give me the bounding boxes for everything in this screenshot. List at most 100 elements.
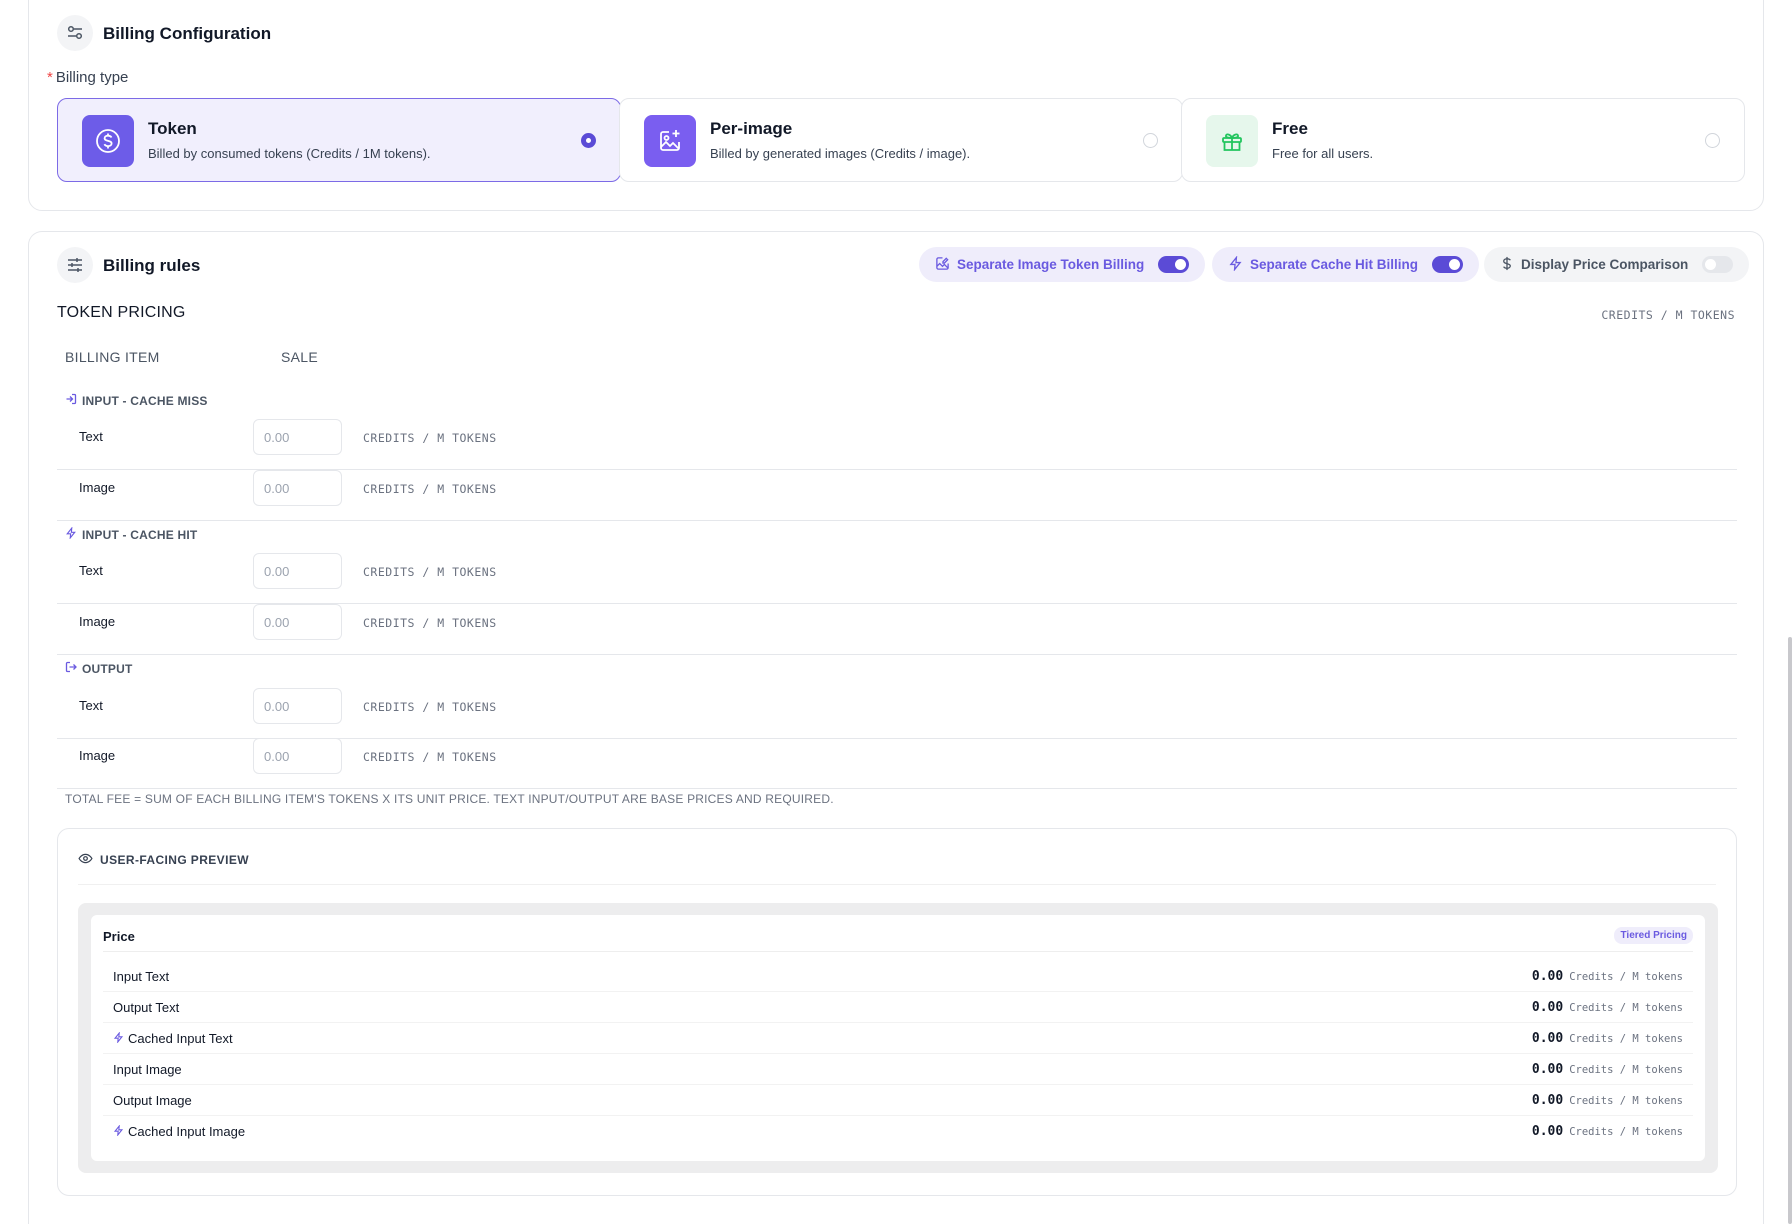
row-label: Image [79, 480, 116, 495]
price-unit: Credits / M tokens [1569, 1126, 1683, 1138]
separate-image-token-billing-toggle[interactable]: Separate Image Token Billing [919, 247, 1206, 282]
group-title: INPUT - CACHE HIT [82, 527, 198, 542]
price-row: Cached Input Text 0.00 Credits / M tokens [103, 1023, 1693, 1054]
price-label: Cached Input Image [113, 1124, 245, 1139]
col-billing-item: BILLING ITEM [65, 349, 160, 365]
price-label-text: Input Text [113, 969, 170, 984]
option-title: Per-image [710, 119, 793, 138]
price-unit: Credits / M tokens [1569, 1095, 1683, 1107]
price-label: Cached Input Text [113, 1031, 233, 1046]
logout-arrow-icon [65, 661, 77, 676]
group-input-cache-miss: INPUT - CACHE MISS [65, 393, 208, 408]
billing-type-text: Billing type [55, 69, 129, 86]
billing-rules-card: Billing rules Separate Image Token Billi… [28, 231, 1764, 1224]
toggle-label: Separate Image Token Billing [957, 257, 1145, 272]
price-row: Cached Input Image 0.00 Credits / M token… [103, 1116, 1693, 1147]
billing-type-label: * Billing type [47, 69, 128, 86]
row-label: Text [79, 698, 103, 713]
billing-configuration-card: Billing Configuration * Billing type Toke… [28, 0, 1764, 211]
billing-row: Text CREDITS / M TOKENS [57, 688, 1737, 739]
price-value: 0.00 Credits / M tokens [1532, 1031, 1683, 1046]
price-input[interactable] [253, 738, 342, 774]
preview-title-text: USER-FACING PREVIEW [100, 853, 249, 867]
option-title: Free [1272, 119, 1308, 138]
lightning-icon [1228, 254, 1243, 274]
required-mark: * [47, 69, 53, 86]
divider [103, 951, 1693, 952]
sliders-icon [57, 247, 93, 283]
option-radio[interactable] [1705, 133, 1720, 148]
price-label-text: Output Image [113, 1093, 192, 1108]
display-price-comparison-toggle[interactable]: Display Price Comparison [1484, 247, 1750, 282]
toggle-switch[interactable] [1432, 256, 1464, 273]
billing-type-option-free[interactable]: Free Free for all users. [1181, 98, 1745, 182]
billing-row: Image CREDITS / M TOKENS [57, 604, 1737, 655]
billing-type-option-per-image[interactable]: Per-image Billed by generated images (Cr… [619, 98, 1183, 182]
price-row: Output Text 0.00 Credits / M tokens [103, 992, 1693, 1023]
price-label-text: Cached Input Image [128, 1124, 246, 1139]
option-title: Token [148, 119, 197, 138]
price-number: 0.00 [1531, 1093, 1564, 1108]
preview-frame: Price Tiered Pricing Input Text 0.00 Cred… [78, 903, 1718, 1173]
price-card: Price Tiered Pricing Input Text 0.00 Cred… [91, 915, 1705, 1161]
price-input[interactable] [253, 470, 342, 506]
price-input[interactable] [253, 553, 342, 589]
toggle-switch[interactable] [1158, 256, 1190, 273]
price-label: Output Text [113, 1000, 179, 1015]
price-input[interactable] [253, 419, 342, 455]
scrollbar[interactable] [1788, 637, 1792, 1224]
lightning-icon [113, 1031, 124, 1046]
row-unit: CREDITS / M TOKENS [363, 616, 497, 630]
option-radio[interactable] [1143, 133, 1158, 148]
price-value: 0.00 Credits / M tokens [1532, 1000, 1683, 1015]
billing-rules-title: Billing rules [103, 256, 201, 275]
billing-row: Text CREDITS / M TOKENS [57, 419, 1737, 470]
price-label-text: Output Text [113, 1000, 180, 1015]
price-unit: Credits / M tokens [1569, 1033, 1683, 1045]
toggle-label: Display Price Comparison [1521, 257, 1689, 272]
group-title: INPUT - CACHE MISS [82, 393, 208, 408]
price-input[interactable] [253, 688, 342, 724]
row-label: Text [79, 429, 103, 444]
total-fee-note: TOTAL FEE = SUM OF EACH BILLING ITEM'S T… [65, 792, 834, 806]
row-label: Text [79, 563, 103, 578]
price-number: 0.00 [1531, 1124, 1564, 1139]
price-heading: Price [103, 929, 135, 944]
price-input[interactable] [253, 604, 342, 640]
col-sale: SALE [281, 349, 318, 365]
option-desc: Free for all users. [1272, 146, 1374, 161]
billing-row: Image CREDITS / M TOKENS [57, 470, 1737, 521]
price-row: Input Text 0.00 Credits / M tokens [103, 961, 1693, 992]
price-unit: Credits / M tokens [1569, 1064, 1683, 1076]
billing-type-option-token[interactable]: Token Billed by consumed tokens (Credits… [57, 98, 621, 182]
price-number: 0.00 [1531, 1031, 1564, 1046]
divider [78, 884, 1716, 885]
row-label: Image [79, 614, 116, 629]
price-unit: Credits / M tokens [1569, 1002, 1683, 1014]
price-label-text: Cached Input Text [128, 1031, 233, 1046]
row-unit: CREDITS / M TOKENS [363, 700, 497, 714]
price-unit: Credits / M tokens [1569, 971, 1683, 983]
image-plus-icon [644, 115, 696, 167]
option-radio[interactable] [581, 133, 596, 148]
toggle-switch[interactable] [1702, 256, 1734, 273]
separate-cache-hit-billing-toggle[interactable]: Separate Cache Hit Billing [1212, 247, 1480, 282]
dollar-icon [1500, 256, 1514, 274]
price-value: 0.00 Credits / M tokens [1532, 1062, 1683, 1077]
price-value: 0.00 Credits / M tokens [1532, 969, 1683, 984]
group-title: OUTPUT [82, 661, 133, 676]
group-output: OUTPUT [65, 661, 133, 676]
billing-config-title: Billing Configuration [103, 24, 272, 43]
row-label: Image [79, 748, 116, 763]
row-unit: CREDITS / M TOKENS [363, 750, 497, 764]
tiered-pricing-badge: Tiered Pricing [1614, 927, 1693, 944]
price-label: Input Image [113, 1062, 182, 1077]
unit-label: CREDITS / M TOKENS [1601, 308, 1735, 322]
preview-title: USER-FACING PREVIEW [78, 853, 249, 867]
price-value: 0.00 Credits / M tokens [1532, 1093, 1683, 1108]
price-label: Input Text [113, 969, 169, 984]
login-arrow-icon [65, 393, 77, 408]
group-input-cache-hit: INPUT - CACHE HIT [65, 526, 198, 542]
lightning-icon [113, 1124, 124, 1139]
price-row: Input Image 0.00 Credits / M tokens [103, 1054, 1693, 1085]
